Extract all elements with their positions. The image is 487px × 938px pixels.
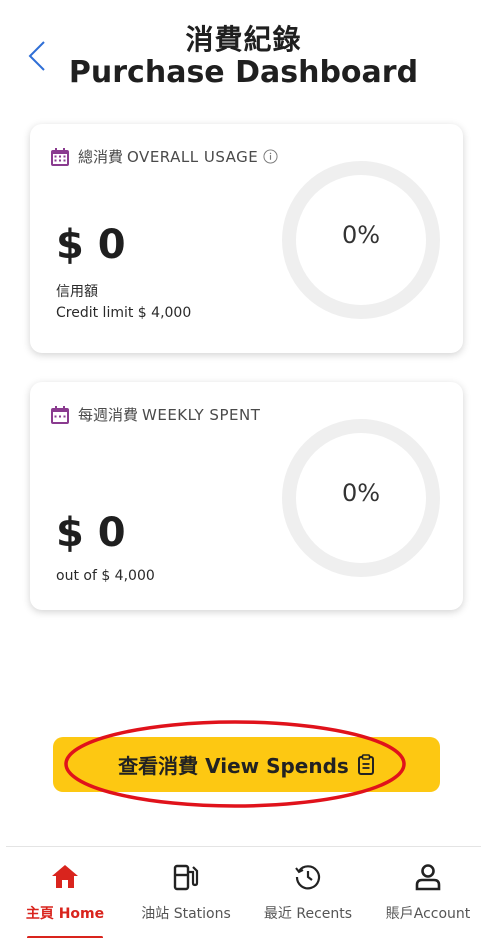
info-icon[interactable] <box>263 149 278 164</box>
home-icon <box>52 865 78 888</box>
credit-limit-label-zh: 信用額 <box>56 284 98 300</box>
calendar-icon <box>51 147 69 166</box>
overall-amount: $ 0 <box>56 222 126 268</box>
user-icon <box>415 864 441 891</box>
credit-limit-value: Credit limit $ 4,000 <box>56 305 192 321</box>
overall-label-zh: 總消費 <box>78 148 124 166</box>
weekly-label-en: WEEKLY SPENT <box>142 405 261 424</box>
overall-usage-card: 總消費 OVERALL USAGE 0% $ 0 信用額 Credit limi… <box>30 124 463 353</box>
weekly-spent-header: 每週消費 WEEKLY SPENT <box>50 404 260 425</box>
weekly-spent-card: 每週消費 WEEKLY SPENT 0% $ 0 out of $ 4,000 <box>30 382 463 610</box>
nav-recents-label-zh: 最近 <box>263 906 292 922</box>
page-title-zh: 消費紀錄 <box>185 23 302 56</box>
weekly-percent: 0% <box>341 479 381 507</box>
clipboard-icon <box>357 753 374 775</box>
nav-recents-label-en: Recents <box>296 906 353 922</box>
weekly-progress-ring: 0% <box>280 417 442 579</box>
overall-label-en: OVERALL USAGE <box>127 147 259 166</box>
overall-percent: 0% <box>341 221 381 249</box>
calendar-week-icon <box>51 405 69 424</box>
view-spends-button[interactable]: 查看消費 View Spends <box>53 737 440 792</box>
fuel-station-icon <box>173 864 199 891</box>
nav-account-label-en: Account <box>413 906 471 922</box>
page-title-en: Purchase Dashboard <box>68 55 419 90</box>
overall-usage-header: 總消費 OVERALL USAGE <box>50 146 278 167</box>
nav-stations-label-zh: 油站 <box>141 906 170 922</box>
nav-item-recents[interactable]: 最近 Recents <box>255 847 361 938</box>
view-spends-label: 查看消費 View Spends <box>118 754 349 778</box>
weekly-amount: $ 0 <box>56 510 126 556</box>
nav-item-account[interactable]: 賬戶Account <box>376 847 480 938</box>
nav-stations-label-en: Stations <box>173 906 231 922</box>
history-icon <box>295 865 321 890</box>
nav-account-label-zh: 賬戶 <box>385 906 414 922</box>
nav-item-stations[interactable]: 油站 Stations <box>128 847 244 938</box>
overall-progress-ring: 0% <box>280 159 442 321</box>
nav-home-label-en: Home <box>58 906 105 922</box>
bottom-nav: 主頁 Home 油站 Stations 最近 Recents 賬戶Account <box>0 847 487 938</box>
nav-home-label-zh: 主頁 <box>25 906 54 922</box>
nav-item-home[interactable]: 主頁 Home <box>15 847 115 938</box>
weekly-label-zh: 每週消費 <box>78 406 139 424</box>
header: 消費紀錄 Purchase Dashboard <box>0 0 487 110</box>
weekly-out-of: out of $ 4,000 <box>56 568 155 584</box>
